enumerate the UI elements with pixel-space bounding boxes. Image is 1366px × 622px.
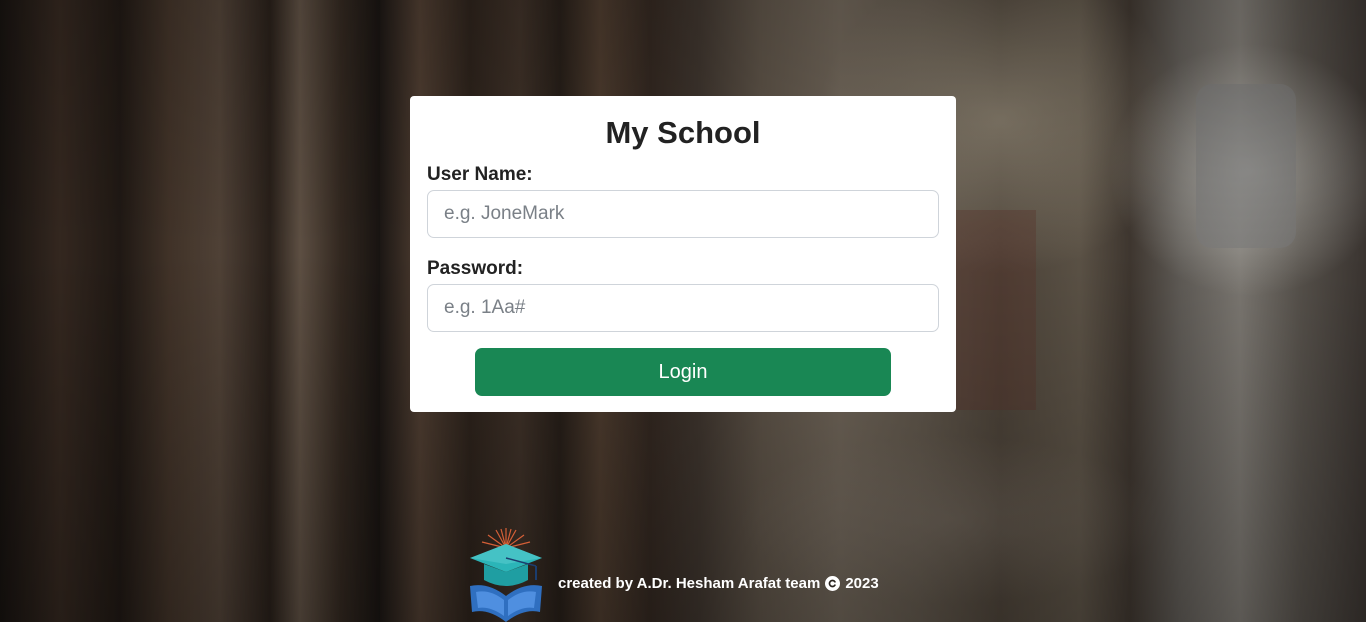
username-label: User Name: bbox=[427, 164, 533, 185]
footer-credit: created by A.Dr. Hesham Arafat team 2023 bbox=[558, 575, 879, 592]
login-card: My School User Name: Password: Login bbox=[410, 96, 956, 412]
password-label: Password: bbox=[427, 258, 524, 279]
footer: created by A.Dr. Hesham Arafat team 2023 bbox=[466, 526, 879, 622]
footer-credit-text: created by A.Dr. Hesham Arafat team bbox=[558, 574, 821, 592]
graduation-cap-book-logo-icon bbox=[470, 528, 542, 622]
footer-year: 2023 bbox=[845, 574, 879, 592]
login-button[interactable]: Login bbox=[475, 348, 891, 396]
page-title: My School bbox=[605, 115, 761, 150]
copyright-icon bbox=[825, 575, 841, 591]
username-input[interactable] bbox=[427, 190, 939, 238]
password-input[interactable] bbox=[427, 284, 939, 332]
